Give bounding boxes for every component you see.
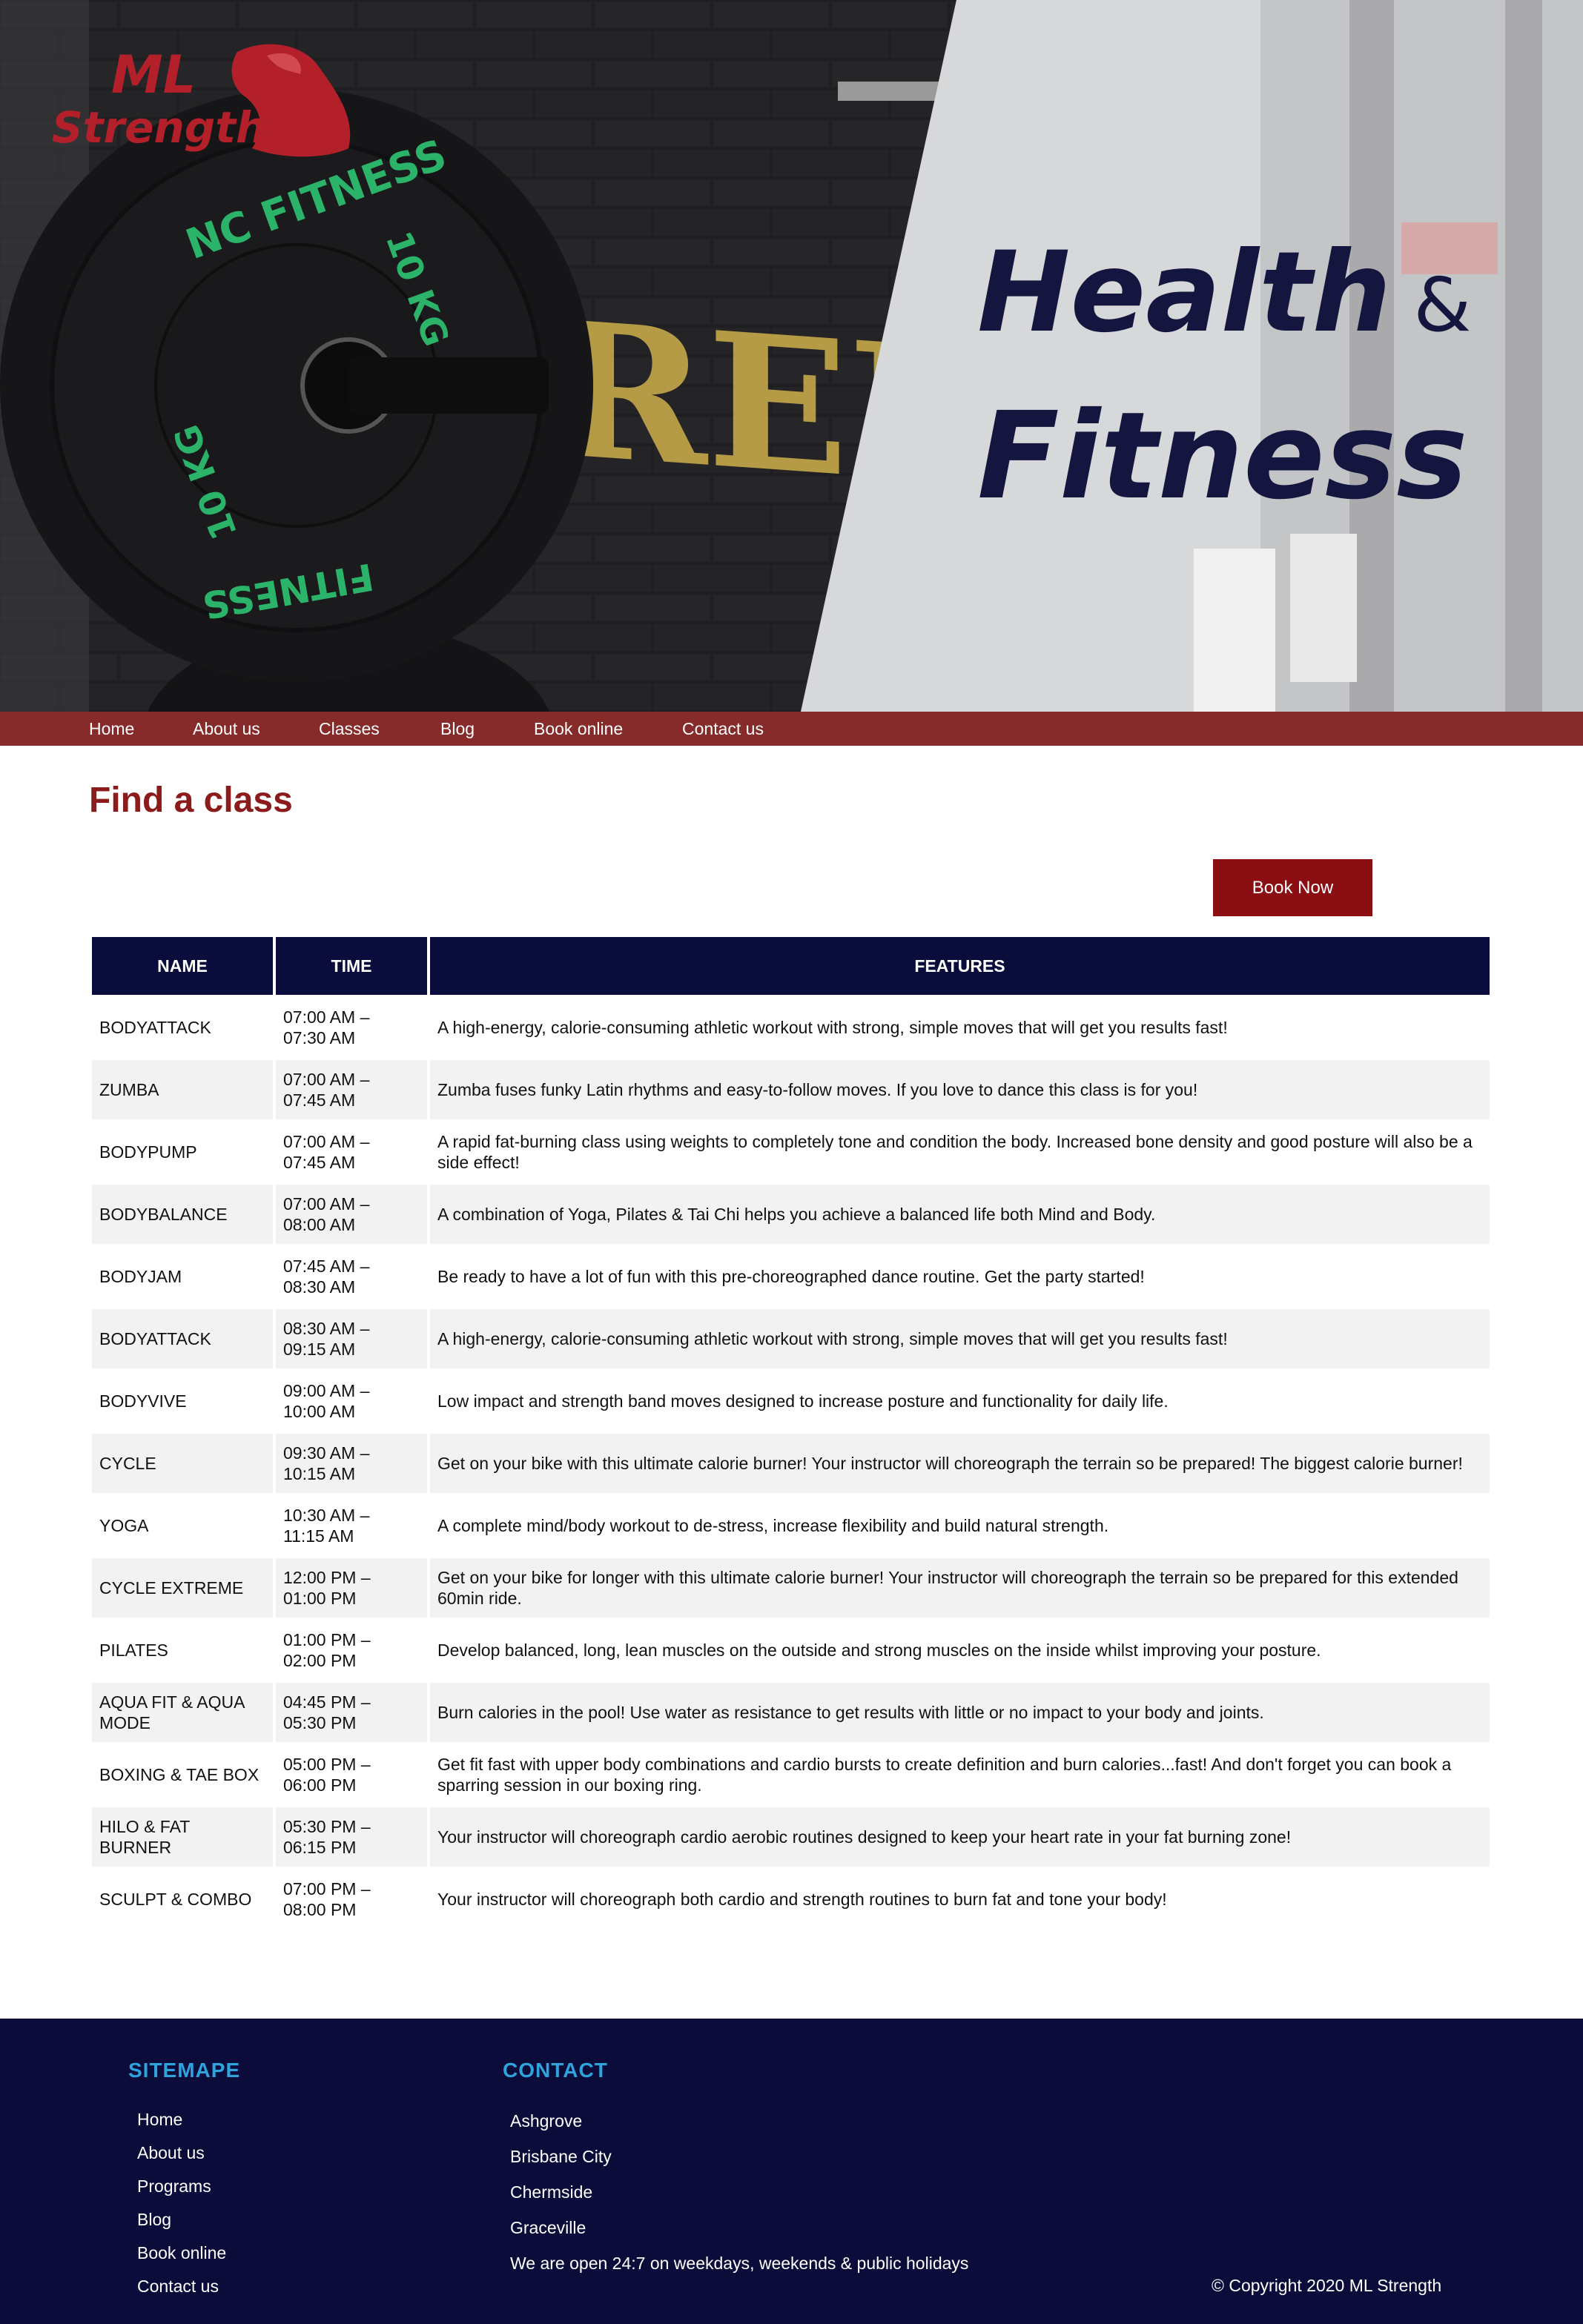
header-time: TIME <box>276 937 427 995</box>
class-features-cell: Low impact and strength band moves desig… <box>430 1371 1490 1431</box>
class-features-cell: A high-energy, calorie-consuming athleti… <box>430 998 1490 1057</box>
contact-location-brisbane-city: Brisbane City <box>510 2147 612 2166</box>
table-header-row: NAME TIME FEATURES <box>92 937 1490 995</box>
class-features-cell: Your instructor will choreograph cardio … <box>430 1807 1490 1867</box>
class-name-cell: BOXING & TAE BOX <box>92 1745 273 1804</box>
class-features-cell: A high-energy, calorie-consuming athleti… <box>430 1309 1490 1368</box>
table-row: YOGA 10:30 AM – 11:15 AM A complete mind/b… <box>92 1496 1490 1555</box>
nav-about-us[interactable]: About us <box>193 712 260 746</box>
contact-location-ashgrove: Ashgrove <box>510 2111 583 2131</box>
table-row: CYCLE EXTREME 12:00 PM – 01:00 PM Get on y… <box>92 1558 1490 1618</box>
class-name-cell: ZUMBA <box>92 1060 273 1119</box>
contact-heading: CONTACT <box>503 2059 608 2082</box>
hero-banner: TRENGTH NC FITNESS FITNESS 10 KG 10 KG M… <box>0 0 1583 712</box>
table-row: ZUMBA 07:00 AM – 07:45 AM Zumba fuses funk… <box>92 1060 1490 1119</box>
footer-link-book-online[interactable]: Book online <box>137 2243 226 2263</box>
contact-location-chermside: Chermside <box>510 2182 593 2202</box>
table-row: AQUA FIT & AQUA MODE 04:45 PM – 05:30 PM B… <box>92 1683 1490 1742</box>
footer-link-home[interactable]: Home <box>137 2110 182 2130</box>
class-name-cell: SCULPT & COMBO <box>92 1870 273 1929</box>
class-features-cell: Be ready to have a lot of fun with this … <box>430 1247 1490 1306</box>
class-name-cell: BODYVIVE <box>92 1371 273 1431</box>
class-time-cell: 07:00 AM – 07:45 AM <box>276 1060 427 1119</box>
class-name-cell: BODYATTACK <box>92 998 273 1057</box>
class-name-cell: BODYATTACK <box>92 1309 273 1368</box>
class-time-cell: 07:00 AM – 07:45 AM <box>276 1122 427 1182</box>
table-row: BODYATTACK 08:30 AM – 09:15 AM A high-ener… <box>92 1309 1490 1368</box>
class-features-cell: A rapid fat-burning class using weights … <box>430 1122 1490 1182</box>
hero-title-fitness: Fitness <box>977 387 1468 526</box>
class-schedule-table: NAME TIME FEATURES BODYATTACK 07:00 AM – … <box>89 934 1493 1932</box>
header-name: NAME <box>92 937 273 995</box>
table-body: BODYATTACK 07:00 AM – 07:30 AM A high-ener… <box>92 998 1490 1929</box>
table-row: BODYBALANCE 07:00 AM – 08:00 AM A combinat… <box>92 1185 1490 1244</box>
table-row: HILO & FAT BURNER 05:30 PM – 06:15 PM Your… <box>92 1807 1490 1867</box>
table-row: CYCLE 09:30 AM – 10:15 AM Get on your bike… <box>92 1434 1490 1493</box>
class-features-cell: Burn calories in the pool! Use water as … <box>430 1683 1490 1742</box>
nav-blog[interactable]: Blog <box>440 712 475 746</box>
class-features-cell: Your instructor will choreograph both ca… <box>430 1870 1490 1929</box>
class-time-cell: 07:00 PM – 08:00 PM <box>276 1870 427 1929</box>
table-row: SCULPT & COMBO 07:00 PM – 08:00 PM Your in… <box>92 1870 1490 1929</box>
class-features-cell: Get fit fast with upper body combination… <box>430 1745 1490 1804</box>
sitemap-heading: SITEMAPE <box>128 2059 241 2082</box>
copyright-text: © Copyright 2020 ML Strength <box>1212 2276 1442 2295</box>
book-now-button[interactable]: Book Now <box>1213 859 1372 916</box>
class-name-cell: BODYJAM <box>92 1247 273 1306</box>
class-time-cell: 09:00 AM – 10:00 AM <box>276 1371 427 1431</box>
table-row: PILATES 01:00 PM – 02:00 PM Develop balanc… <box>92 1620 1490 1680</box>
table-row: BOXING & TAE BOX 05:00 PM – 06:00 PM Get f… <box>92 1745 1490 1804</box>
footer-link-about-us[interactable]: About us <box>137 2143 205 2163</box>
class-name-cell: AQUA FIT & AQUA MODE <box>92 1683 273 1742</box>
class-features-cell: Get on your bike with this ultimate calo… <box>430 1434 1490 1493</box>
class-name-cell: PILATES <box>92 1620 273 1680</box>
class-name-cell: YOGA <box>92 1496 273 1555</box>
class-time-cell: 04:45 PM – 05:30 PM <box>276 1683 427 1742</box>
page-title: Find a class <box>89 781 293 820</box>
hero-title-line1: Health & <box>977 237 1471 348</box>
logo-text-ml: ML <box>111 44 196 105</box>
class-time-cell: 07:00 AM – 08:00 AM <box>276 1185 427 1244</box>
class-name-cell: HILO & FAT BURNER <box>92 1807 273 1867</box>
hero-title-health: Health <box>977 228 1392 357</box>
footer-link-programs[interactable]: Programs <box>137 2176 211 2196</box>
nav-classes[interactable]: Classes <box>319 712 380 746</box>
table-row: BODYVIVE 09:00 AM – 10:00 AM Low impact an… <box>92 1371 1490 1431</box>
class-time-cell: 07:00 AM – 07:30 AM <box>276 998 427 1057</box>
class-time-cell: 09:30 AM – 10:15 AM <box>276 1434 427 1493</box>
footer-link-contact-us[interactable]: Contact us <box>137 2277 219 2297</box>
table-row: BODYPUMP 07:00 AM – 07:45 AM A rapid fat-b… <box>92 1122 1490 1182</box>
class-features-cell: Develop balanced, long, lean muscles on … <box>430 1620 1490 1680</box>
logo-text-strength: Strength <box>52 102 267 153</box>
class-features-cell: Zumba fuses funky Latin rhythms and easy… <box>430 1060 1490 1119</box>
class-time-cell: 07:45 AM – 08:30 AM <box>276 1247 427 1306</box>
main-nav: Home About us Classes Blog Book online C… <box>0 712 1583 746</box>
class-features-cell: A combination of Yoga, Pilates & Tai Chi… <box>430 1185 1490 1244</box>
class-time-cell: 08:30 AM – 09:15 AM <box>276 1309 427 1368</box>
class-time-cell: 05:00 PM – 06:00 PM <box>276 1745 427 1804</box>
hero-title-ampersand: & <box>1413 262 1472 348</box>
class-time-cell: 10:30 AM – 11:15 AM <box>276 1496 427 1555</box>
class-name-cell: CYCLE EXTREME <box>92 1558 273 1618</box>
class-name-cell: CYCLE <box>92 1434 273 1493</box>
nav-home[interactable]: Home <box>89 712 134 746</box>
table-row: BODYATTACK 07:00 AM – 07:30 AM A high-ener… <box>92 998 1490 1057</box>
header-features: FEATURES <box>430 937 1490 995</box>
nav-contact-us[interactable]: Contact us <box>682 712 764 746</box>
footer: SITEMAPE Home About us Programs Blog Boo… <box>0 2019 1583 2324</box>
class-name-cell: BODYBALANCE <box>92 1185 273 1244</box>
logo[interactable]: ML Strength <box>44 37 363 163</box>
class-time-cell: 05:30 PM – 06:15 PM <box>276 1807 427 1867</box>
footer-link-blog[interactable]: Blog <box>137 2210 171 2230</box>
contact-opening-hours: We are open 24:7 on weekdays, weekends &… <box>510 2254 969 2273</box>
class-features-cell: A complete mind/body workout to de-stres… <box>430 1496 1490 1555</box>
nav-book-online[interactable]: Book online <box>534 712 623 746</box>
class-name-cell: BODYPUMP <box>92 1122 273 1182</box>
class-time-cell: 12:00 PM – 01:00 PM <box>276 1558 427 1618</box>
contact-location-graceville: Graceville <box>510 2218 586 2237</box>
class-time-cell: 01:00 PM – 02:00 PM <box>276 1620 427 1680</box>
class-features-cell: Get on your bike for longer with this ul… <box>430 1558 1490 1618</box>
table-row: BODYJAM 07:45 AM – 08:30 AM Be ready to ha… <box>92 1247 1490 1306</box>
